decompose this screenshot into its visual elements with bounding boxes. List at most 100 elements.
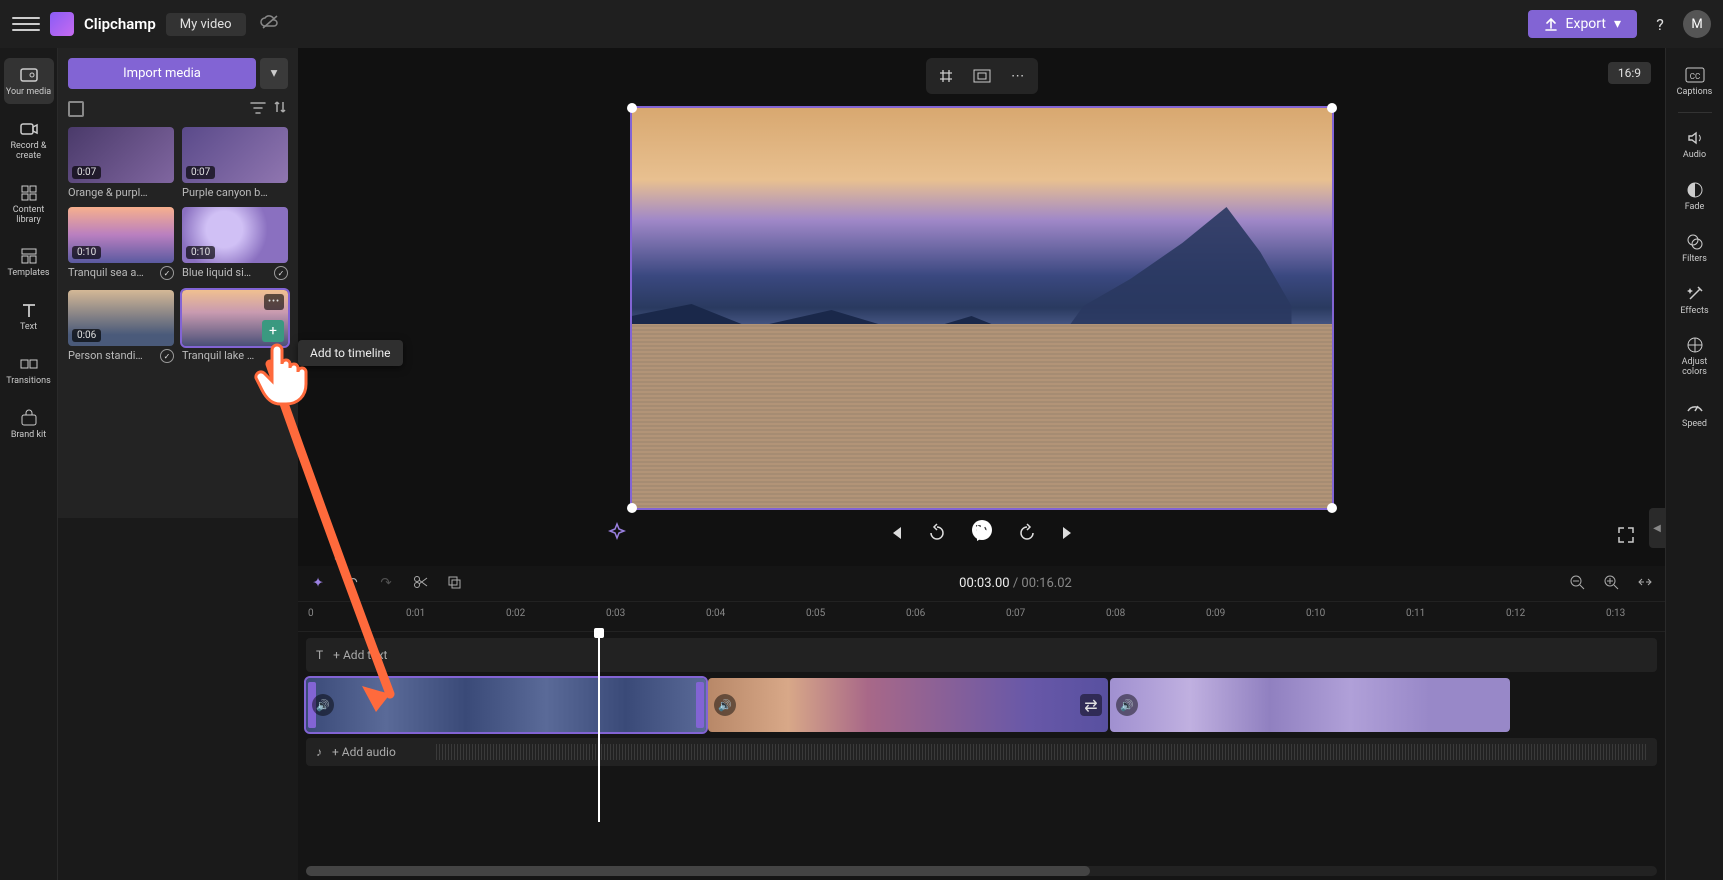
sidebar-item-label: Content library [4,206,54,226]
avatar[interactable]: M [1683,10,1711,38]
sidebar-item-templates[interactable]: Templates [4,239,54,285]
add-to-timeline-button[interactable]: + [262,320,284,342]
resize-handle[interactable] [627,103,637,113]
copy-icon[interactable] [442,574,466,594]
clip-title: Person standi… [68,349,143,362]
resize-handle[interactable] [1327,103,1337,113]
resize-handle[interactable] [1327,503,1337,513]
timeline-ruler[interactable]: 0 0:01 0:02 0:03 0:04 0:05 0:06 0:07 0:0… [298,602,1665,632]
select-all-checkbox[interactable] [68,101,84,117]
timeline-clip-selected[interactable]: 🔊 [306,678,706,732]
app-logo [50,12,74,36]
media-item[interactable]: 0:07 Purple canyon b… [182,127,288,199]
ruler-tick: 0:08 [1106,608,1125,619]
fit-timeline-icon[interactable] [1633,574,1657,594]
sidebar-item-speed[interactable]: Speed [1670,390,1720,436]
playback-controls [887,522,1077,548]
fade-icon [1684,179,1706,201]
media-item-hovered[interactable]: ••• + Tranquil lake … [182,290,288,365]
filters-icon [1684,231,1706,253]
timeline-collapse-icon[interactable]: ⌄ [326,548,350,564]
media-item[interactable]: 0:10 Blue liquid si…✓ [182,207,288,282]
chevron-down-icon: ▾ [1614,16,1621,32]
clip-title: Tranquil lake … [182,349,288,362]
fit-icon[interactable] [966,62,998,90]
ruler-tick: 0:12 [1506,608,1525,619]
skip-back-icon[interactable] [927,523,947,547]
add-audio-label: Add audio [342,745,396,759]
sidebar-item-brand-kit[interactable]: Brand kit [4,401,54,447]
video-preview[interactable]: ↻ [632,108,1332,508]
prev-clip-icon[interactable] [887,524,905,546]
fullscreen-icon[interactable] [1617,526,1635,548]
in-timeline-icon: ✓ [274,266,288,280]
clip-audio-icon[interactable]: 🔊 [1116,694,1138,716]
sidebar-item-label: Audio [1683,151,1706,161]
media-icon [18,64,40,86]
sidebar-item-content-library[interactable]: Content library [4,176,54,232]
sidebar-item-filters[interactable]: Filters [1670,225,1720,271]
sidebar-item-captions[interactable]: CC Captions [1670,58,1720,104]
sidebar-item-label: Captions [1677,88,1713,98]
timeline-clip[interactable]: 🔊 ⇄ [708,678,1108,732]
export-button[interactable]: Export ▾ [1528,10,1637,38]
clip-audio-icon[interactable]: 🔊 [312,694,334,716]
ai-sparkle-icon[interactable] [606,522,628,548]
split-icon[interactable] [408,574,432,594]
audio-track[interactable]: ♪ + Add audio [306,738,1657,766]
resize-handle[interactable] [627,503,637,513]
sort-icon[interactable] [272,99,288,119]
sidebar-item-text[interactable]: Text [4,293,54,339]
sidebar-item-audio[interactable]: Audio [1670,121,1720,167]
clip-duration: 0:07 [72,166,101,179]
brand-kit-icon [18,407,40,429]
adjust-colors-icon [1684,334,1706,356]
import-media-dropdown[interactable]: ▾ [260,58,288,89]
sidebar-item-label: Brand kit [11,431,46,441]
filter-icon[interactable] [250,100,266,119]
zoom-in-icon[interactable] [1599,574,1623,594]
redo-icon[interactable]: ↷ [374,576,398,591]
timeline-toolbar: ✦ ↶ ↷ 00:03.00 / 00:16.02 [298,566,1665,602]
sidebar-item-label: Filters [1682,255,1707,265]
import-media-button[interactable]: Import media [68,58,256,89]
add-icon[interactable]: ✦ [306,576,330,591]
clip-transition-icon[interactable]: ⇄ [1080,694,1102,716]
clip-audio-icon[interactable]: 🔊 [714,694,736,716]
tooltip: Add to timeline [298,340,403,366]
sidebar-item-your-media[interactable]: Your media [4,58,54,104]
media-item[interactable]: 0:06 Person standi…✓ [68,290,174,365]
media-item[interactable]: 0:07 Orange & purpl… [68,127,174,199]
topbar: Clipchamp My video Export ▾ ? M [0,0,1723,48]
crop-icon[interactable] [930,62,962,90]
skip-forward-icon[interactable] [1017,523,1037,547]
sidebar-item-record[interactable]: Record & create [4,112,54,168]
aspect-ratio-badge[interactable]: 16:9 [1608,62,1651,84]
project-title[interactable]: My video [166,13,246,36]
sidebar-item-transitions[interactable]: Transitions [4,347,54,393]
sidebar-item-effects[interactable]: Effects [1670,277,1720,323]
text-track[interactable]: T + Add text [306,638,1657,672]
sidebar-item-label: Your media [6,88,51,98]
collapse-right-panel-icon[interactable]: ◀ [1649,508,1665,548]
text-icon: T [316,648,323,662]
cloud-sync-icon[interactable] [260,14,280,34]
timeline-clip[interactable]: 🔊 [1110,678,1510,732]
help-icon[interactable]: ? [1647,15,1673,34]
more-icon[interactable]: ••• [264,294,284,310]
preview-area: ⋯ 16:9 ↻ ◀ [298,48,1665,566]
scrollbar-thumb[interactable] [306,866,1090,876]
zoom-out-icon[interactable] [1565,574,1589,594]
sidebar-item-fade[interactable]: Fade [1670,173,1720,219]
timeline-scrollbar[interactable] [306,866,1657,876]
clip-trim-handle[interactable] [696,682,704,728]
sidebar-item-adjust-colors[interactable]: Adjust colors [1670,328,1720,384]
more-icon[interactable]: ⋯ [1002,62,1034,90]
next-clip-icon[interactable] [1059,524,1077,546]
media-item[interactable]: 0:10 Tranquil sea a…✓ [68,207,174,282]
playhead[interactable] [598,632,600,822]
sidebar-item-label: Record & create [4,142,54,162]
play-button[interactable] [969,522,995,548]
menu-icon[interactable] [12,10,40,38]
undo-icon[interactable]: ↶ [340,576,364,591]
